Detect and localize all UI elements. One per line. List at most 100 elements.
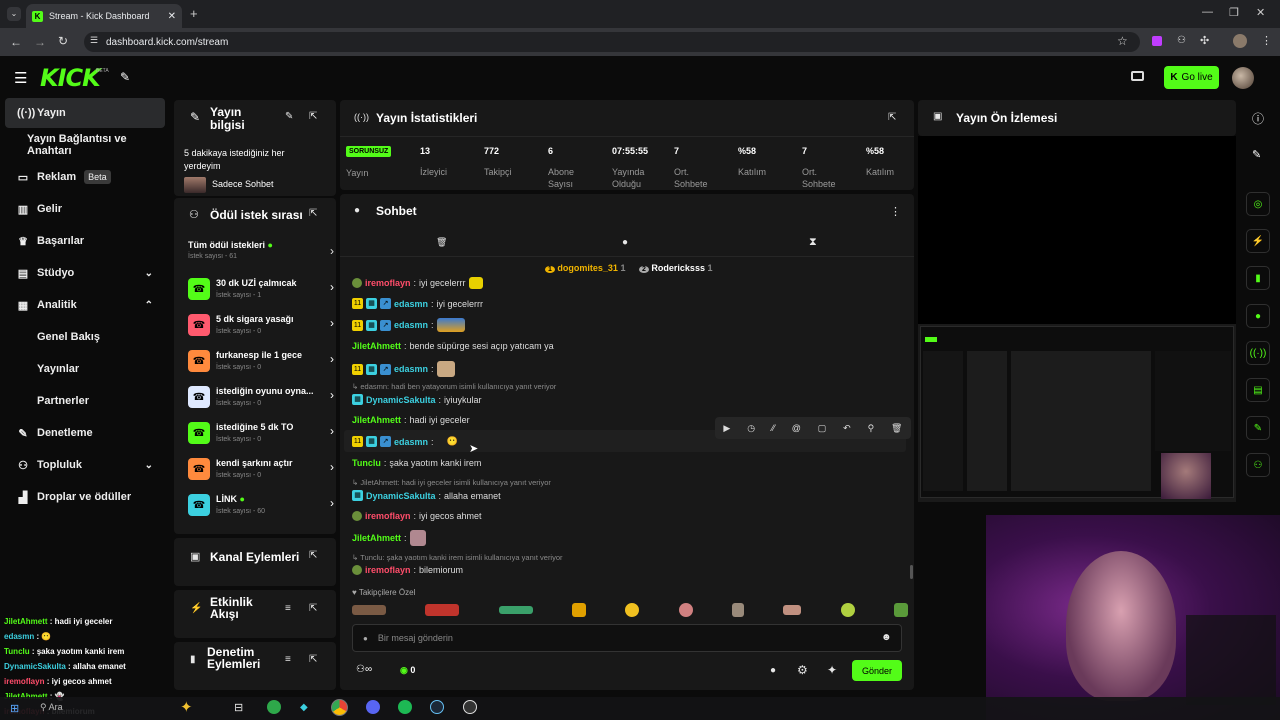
bookmark-star-icon[interactable]: ☆ xyxy=(1117,34,1128,48)
edit-pencil-icon[interactable]: ✎ xyxy=(1252,148,1261,161)
sidebar-item-yayinlar[interactable]: Yayınlar xyxy=(5,354,165,384)
chat-username[interactable]: edasmn xyxy=(394,437,428,447)
steam-icon[interactable] xyxy=(430,700,444,714)
chat-tab-icon[interactable]: ● xyxy=(622,237,628,248)
pin-icon[interactable]: ⚲ xyxy=(868,423,875,434)
chat-username[interactable]: DynamicSakulta xyxy=(366,491,436,501)
mention-icon[interactable]: @ xyxy=(792,423,801,433)
sidebar-item-analitik[interactable]: ▦ Analitik ⌃ xyxy=(5,290,165,320)
creator-tools-icon[interactable]: ✎ xyxy=(120,70,130,84)
rail-audit-icon[interactable]: ▮ xyxy=(1246,266,1270,290)
emote-icon[interactable] xyxy=(571,603,586,617)
sidebar-item-topluluk[interactable]: ⚇ Topluluk ⌄ xyxy=(5,450,165,480)
popout-icon[interactable]: ⇱ xyxy=(309,550,317,561)
hamburger-icon[interactable]: ☰ xyxy=(14,69,27,87)
trash-tab-icon[interactable]: 🗑 xyxy=(436,237,447,248)
spotify-icon[interactable] xyxy=(398,700,412,714)
chat-rules-icon[interactable]: ⚇∞ xyxy=(356,664,372,675)
chat-message[interactable]: iremoflayn: bilemiorum xyxy=(352,565,463,575)
chat-username[interactable]: Tunclu xyxy=(352,458,381,468)
gifter-1[interactable]: 1 dogomites_31 1 xyxy=(545,263,625,273)
copy-icon[interactable]: ▢ xyxy=(818,423,827,434)
chat-message[interactable]: ▦ DynamicSakulta: iyiuykular xyxy=(352,394,482,405)
sparkle-widget-icon[interactable]: ✦ xyxy=(180,698,193,716)
user-avatar[interactable] xyxy=(1232,67,1254,89)
delete-icon[interactable]: 🗑 xyxy=(891,423,902,434)
site-info-icon[interactable]: ☰ xyxy=(90,35,98,46)
url-input[interactable]: dashboard.kick.com/stream xyxy=(84,32,1140,52)
minimize-icon[interactable]: — xyxy=(1202,6,1213,18)
reload-icon[interactable]: ↻ xyxy=(58,34,68,48)
back-icon[interactable]: ← xyxy=(10,35,22,49)
filter-icon[interactable]: ≡ xyxy=(285,654,291,665)
popout-icon[interactable]: ⇱ xyxy=(309,111,317,122)
send-button[interactable]: Gönder xyxy=(852,660,902,681)
chat-message[interactable]: JiletAhmett: bende süpürge sesi açıp yat… xyxy=(352,341,554,351)
restore-icon[interactable]: ❐ xyxy=(1229,6,1239,19)
emoji-picker-icon[interactable]: ☻ xyxy=(881,632,892,643)
emote-icon[interactable] xyxy=(731,603,744,617)
chat-message[interactable]: iremoflayn: iyi gecos ahmet xyxy=(352,511,482,521)
timeout-icon[interactable]: ◷ xyxy=(747,423,755,434)
bot-icon[interactable]: ✦ xyxy=(827,663,837,677)
taskbar-app-icon[interactable]: ◆ xyxy=(300,702,308,713)
emote-icon[interactable] xyxy=(840,603,855,617)
new-tab-button[interactable]: + xyxy=(190,6,198,21)
sidebar-item-stream-key[interactable]: Yayın Bağlantısı ve Anahtarı xyxy=(5,130,165,160)
chat-username[interactable]: JiletAhmett xyxy=(352,415,401,425)
chat-message[interactable]: 11 ▦ ↗ edasmn: xyxy=(352,318,465,332)
chat-username[interactable]: iremoflayn xyxy=(365,565,411,575)
sidebar-item-denetleme[interactable]: ✎ Denetleme xyxy=(5,418,165,448)
sidebar-item-gelir[interactable]: ▥ Gelir xyxy=(5,194,165,224)
sidebar-item-partnerler[interactable]: Partnerler xyxy=(5,386,165,416)
chat-username[interactable]: edasmn xyxy=(394,299,428,309)
chat-username[interactable]: JiletAhmett xyxy=(352,341,401,351)
extension-icon[interactable] xyxy=(1152,36,1162,46)
chat-message[interactable]: 11 ▦ ↗ edasmn: xyxy=(352,361,455,377)
task-view-icon[interactable]: ⊟ xyxy=(234,701,243,714)
sidebar-item-droplar[interactable]: ▟ Droplar ve ödüller xyxy=(5,482,165,512)
forward-icon[interactable]: → xyxy=(34,35,46,49)
chat-message[interactable]: 11 ▦ ↗ edasmn: 😶 xyxy=(352,436,458,447)
obs-icon[interactable] xyxy=(1131,71,1144,81)
reward-item[interactable]: ☎ istediğin oyunu oyna... İstek sayısı - 0… xyxy=(188,384,336,420)
chat-message[interactable]: ▦ DynamicSakulta: allaha emanet xyxy=(352,490,501,501)
chat-username[interactable]: DynamicSakulta xyxy=(366,395,436,405)
obs-taskbar-icon[interactable] xyxy=(463,700,477,714)
chat-message[interactable]: iremoflayn: iyi gecelerrr xyxy=(352,277,483,289)
close-window-icon[interactable]: ✕ xyxy=(1256,6,1265,19)
close-tab-icon[interactable]: ✕ xyxy=(168,11,176,22)
chat-message[interactable]: Tunclu: şaka yaotım kanki irem xyxy=(352,458,481,468)
reward-item[interactable]: ☎ kendi şarkını açtır İstek sayısı - 0 › xyxy=(188,456,336,492)
popout-icon[interactable]: ⇱ xyxy=(888,112,896,123)
chat-message[interactable]: JiletAhmett: xyxy=(352,530,426,546)
more-options-icon[interactable]: ⋮ xyxy=(890,205,901,218)
play-icon[interactable]: ▶ xyxy=(723,423,730,434)
profile-avatar[interactable] xyxy=(1233,34,1247,48)
edit-icon[interactable]: ✎ xyxy=(285,111,293,122)
sidebar-item-studyo[interactable]: ▤ Stüdyo ⌄ xyxy=(5,258,165,288)
chat-username[interactable]: iremoflayn xyxy=(365,511,411,521)
rail-broadcast-icon[interactable]: ((·)) xyxy=(1246,341,1270,365)
kick-logo[interactable]: KICK xyxy=(40,64,101,92)
reward-item[interactable]: ☎ furkanesp ile 1 gece İstek sayısı - 0 › xyxy=(188,348,336,384)
emote-icon[interactable] xyxy=(425,604,460,616)
rail-wrench-icon[interactable]: ✎ xyxy=(1246,416,1270,440)
chat-input-box[interactable]: ● Bir mesaj gönderin xyxy=(352,624,902,652)
browser-menu-icon[interactable]: ⋮ xyxy=(1261,34,1272,47)
chat-message[interactable]: 11 ▦ ↗ edasmn: iyi gecelerrr xyxy=(352,298,483,309)
chat-username[interactable]: JiletAhmett xyxy=(352,533,401,543)
go-live-button[interactable]: K Go live xyxy=(1164,66,1219,89)
rail-rewards-icon[interactable]: ⚇ xyxy=(1246,453,1270,477)
gifter-2[interactable]: 2 Rodericksss 1 xyxy=(639,263,712,273)
extension-icon[interactable]: ⚇ xyxy=(1177,35,1186,46)
chat-username[interactable]: edasmn xyxy=(394,320,428,330)
popout-icon[interactable]: ⇱ xyxy=(309,603,317,614)
sidebar-item-basarilar[interactable]: ♛ Başarılar xyxy=(5,226,165,256)
undo-icon[interactable]: ↶ xyxy=(843,423,851,434)
chat-scrollbar[interactable] xyxy=(910,565,913,579)
info-icon[interactable]: ⓘ xyxy=(1252,110,1264,127)
chat-bubble-icon[interactable]: ● xyxy=(770,665,776,676)
sidebar-item-genel-bakis[interactable]: Genel Bakış xyxy=(5,322,165,352)
sidebar-item-reklam[interactable]: ▭ Reklam Beta xyxy=(5,162,165,192)
